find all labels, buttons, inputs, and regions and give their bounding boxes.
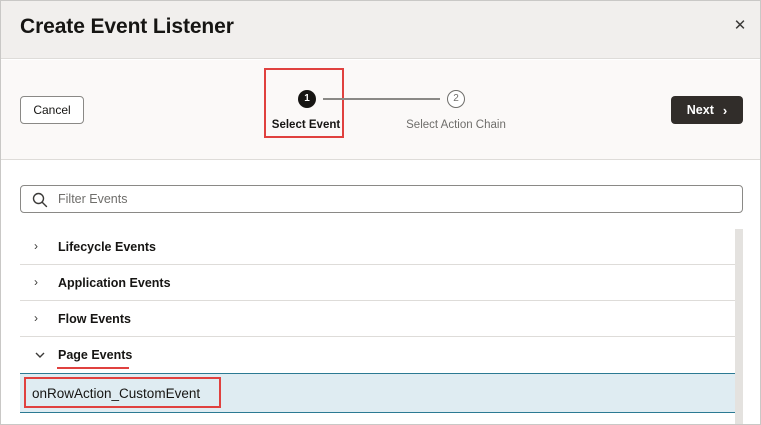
dialog-title: Create Event Listener — [20, 15, 234, 38]
search-icon — [32, 192, 48, 208]
event-group-label: Page Events — [58, 348, 133, 362]
train-step-1-indicator[interactable]: 1 — [298, 90, 316, 108]
event-group-label: Application Events — [58, 276, 171, 290]
train-connector-line — [323, 98, 440, 100]
chevron-right-icon: › — [722, 102, 728, 118]
close-icon[interactable]: ✕ — [732, 18, 748, 34]
filter-events-field[interactable] — [20, 185, 743, 213]
chevron-right-icon[interactable]: › — [34, 240, 46, 252]
event-item-onrowaction-customevent[interactable]: onRowAction_CustomEvent — [20, 373, 735, 413]
cancel-button[interactable]: Cancel — [20, 96, 84, 124]
events-tree: › Lifecycle Events › Application Events … — [20, 229, 735, 413]
train-toolbar: Cancel 1 2 Select Event Select Action Ch… — [1, 60, 760, 160]
event-group-page[interactable]: Page Events — [20, 337, 735, 373]
event-group-label: Lifecycle Events — [58, 240, 156, 254]
event-group-lifecycle[interactable]: › Lifecycle Events — [20, 229, 735, 265]
event-group-application[interactable]: › Application Events — [20, 265, 735, 301]
next-button[interactable]: Next › — [671, 96, 743, 124]
dialog-header: Create Event Listener ✕ — [1, 1, 760, 59]
train-step-2-indicator[interactable]: 2 — [447, 90, 465, 108]
create-event-listener-dialog: Create Event Listener ✕ Cancel 1 2 Selec… — [0, 0, 761, 425]
next-button-label: Next — [686, 103, 714, 117]
chevron-down-icon[interactable] — [34, 349, 46, 361]
chevron-right-icon[interactable]: › — [34, 312, 46, 324]
event-group-label: Flow Events — [58, 312, 131, 326]
dialog-body: › Lifecycle Events › Application Events … — [1, 161, 760, 424]
filter-events-input[interactable] — [58, 187, 728, 211]
event-group-flow[interactable]: › Flow Events — [20, 301, 735, 337]
train-step-1-label[interactable]: Select Event — [265, 119, 347, 131]
chevron-right-icon[interactable]: › — [34, 276, 46, 288]
event-item-highlight-box — [24, 377, 221, 408]
events-scrollbar[interactable] — [735, 229, 743, 424]
train-step-2-label[interactable]: Select Action Chain — [397, 119, 515, 131]
page-events-underline — [57, 367, 129, 369]
